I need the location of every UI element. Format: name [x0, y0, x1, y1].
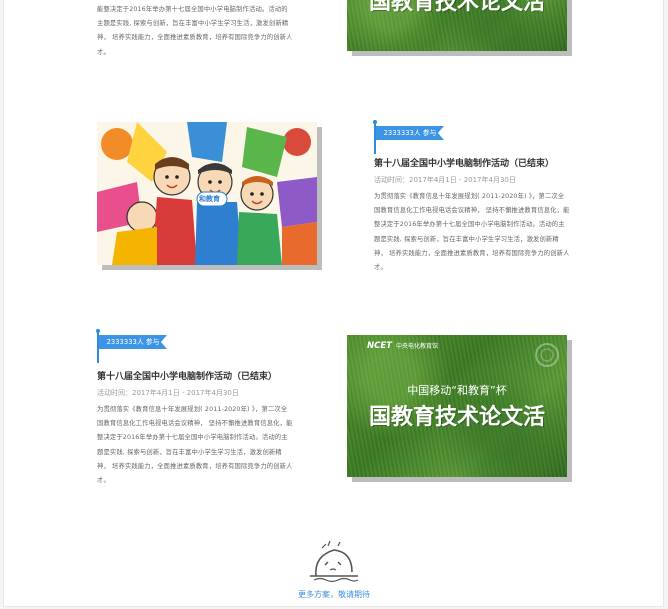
page-frame	[3, 0, 664, 607]
flag-pole-dot	[96, 329, 100, 333]
activity-3-time: 活动时间：2017年4月1日 - 2017年4月30日	[97, 389, 239, 397]
activity-2-title[interactable]: 第十八届全国中小学电脑制作活动（已结束）	[374, 156, 594, 169]
activity-3-title[interactable]: 第十八届全国中小学电脑制作活动（已结束）	[97, 369, 317, 382]
activity-2-time: 活动时间：2017年4月1日 - 2017年4月30日	[374, 176, 516, 184]
activity-3-image-caption: 国教育技术论文活	[368, 405, 545, 430]
activity-3-participants-flag: 2333333人 参与	[96, 329, 177, 363]
activity-3-description: 为贯彻落实《教育信息十年发展规划( 2011-2020年) 》，第二次全国教育信…	[97, 406, 293, 485]
ncet-logo: NCET 中央电化教育馆	[367, 341, 438, 351]
flag-pole-dot	[373, 120, 377, 124]
activity-3-image[interactable]: NCET 中央电化教育馆 中国移动“和教育”杯 国教育技术论文活	[347, 335, 567, 477]
activity-2-participants-label: 2333333人 参与	[376, 126, 444, 140]
flag-pole	[374, 120, 376, 154]
decorative-ring-icon	[535, 343, 559, 367]
activity-3-participants-label: 2333333人 参与	[99, 335, 167, 349]
activity-1-description: 能整决定于2016年举办第十七届全国中小学电脑制作活动。活动的主题是实践, 探索…	[97, 6, 293, 56]
activity-3-image-subcaption: 中国移动“和教育”杯	[407, 384, 507, 397]
activity-1-image[interactable]: 国教育技术论文活	[347, 0, 567, 51]
activity-2-description: 为贯彻落实《教育信息十年发展规划( 2011-2020年) 》，第二次全国教育信…	[374, 193, 570, 272]
flag-pole	[97, 329, 99, 363]
activity-2-participants-flag: 2333333人 参与	[373, 120, 454, 154]
activity-2-image[interactable]: 和教育	[97, 122, 317, 265]
activity-1-image-caption: 国教育技术论文活	[368, 0, 545, 15]
sad-face-icon	[310, 540, 359, 583]
he-education-badge: 和教育	[199, 195, 220, 203]
more-coming-soon-text: 更多方案，敬请期待	[298, 590, 370, 599]
